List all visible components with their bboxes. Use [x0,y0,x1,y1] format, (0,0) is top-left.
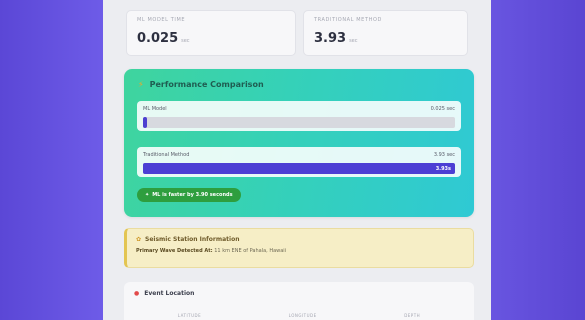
performance-title: Performance Comparison [149,80,264,89]
bolt-icon: ⚡ [138,80,144,89]
leaf-icon: ✿ [136,236,142,243]
traditional-fill-label: 3.93s [435,165,451,172]
faster-badge-text: ML is faster by 3.90 seconds [152,192,233,198]
traditional-progress-track: 3.93s [143,163,455,174]
ml-metric-label: ML Model [143,106,167,112]
traditional-time-unit: sec [349,38,358,44]
seismic-line-label: Primary Wave Detected At: [136,248,213,254]
traditional-metric-time: 3.93 sec [433,152,455,158]
ml-progress-fill [143,117,147,128]
event-col-latitude: Latitude [177,313,202,318]
faster-badge: ✦ ML is faster by 3.90 seconds [137,188,241,202]
seismic-title: Seismic Station Information [145,236,240,243]
ml-time-unit: sec [181,38,190,44]
ml-progress-track [143,117,455,128]
ml-metric: ML Model 0.025 sec [137,101,461,131]
results-panel: ML Model Time 0.025 sec Traditional Meth… [103,0,491,320]
event-location-card: ● Event Location Latitude Longitude Dept… [124,282,474,320]
ml-time-label: ML Model Time [137,17,186,23]
ml-time-value: 0.025 [137,31,179,46]
traditional-progress-fill: 3.93s [143,163,455,174]
event-col-depth: Depth [404,313,421,318]
traditional-time-value: 3.93 [314,31,347,46]
ml-time-card: ML Model Time 0.025 sec [126,10,296,56]
traditional-time-label: Traditional Method [314,17,382,23]
event-title: Event Location [144,290,195,297]
seismic-line-value: 11 km ENE of Pahala, Hawaii [214,248,287,254]
traditional-metric-label: Traditional Method [143,152,190,158]
traditional-time-card: Traditional Method 3.93 sec [303,10,468,56]
seismic-station-card: ✿ Seismic Station Information Primary Wa… [124,228,474,268]
performance-comparison-card: ⚡ Performance Comparison ML Model 0.025 … [124,69,474,217]
event-col-longitude: Longitude [288,313,317,318]
pin-icon: ● [134,290,140,297]
traditional-metric: Traditional Method 3.93 sec 3.93s [137,147,461,177]
ml-metric-time: 0.025 sec [430,106,455,112]
star-icon: ✦ [145,192,150,198]
seismic-detection-line: Primary Wave Detected At: 11 km ENE of P… [136,248,464,254]
event-columns: Latitude Longitude Depth [134,313,464,318]
